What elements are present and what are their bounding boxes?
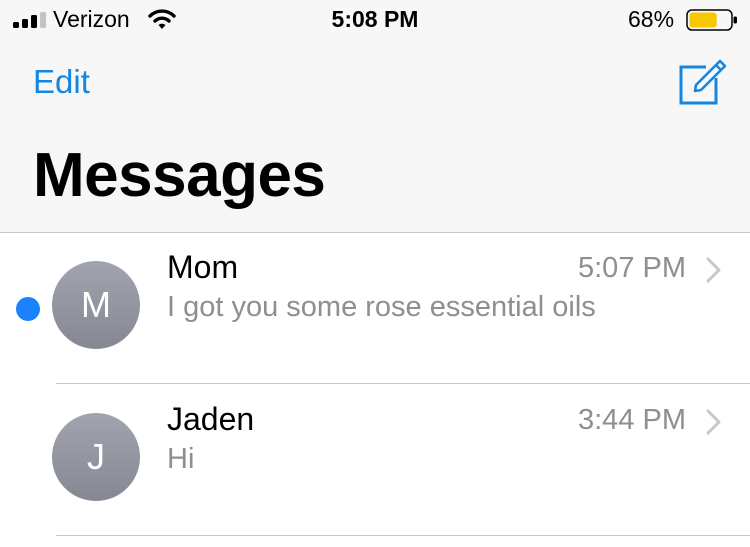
message-preview: Hi — [167, 443, 195, 475]
navigation-header: Verizon 5:08 PM 68% Edit Messages — [0, 0, 750, 233]
page-title: Messages — [33, 141, 326, 210]
conversation-row[interactable]: J Jaden 3:44 PM Hi — [0, 385, 750, 536]
message-preview: I got you some rose essential oils — [167, 291, 596, 323]
status-bar: Verizon 5:08 PM 68% — [0, 0, 750, 40]
unread-indicator — [16, 297, 40, 321]
row-divider — [56, 383, 750, 384]
row-divider — [56, 535, 750, 536]
contact-name: Mom — [167, 249, 239, 285]
chevron-right-icon — [706, 257, 721, 283]
battery-icon — [686, 9, 737, 31]
contact-name: Jaden — [167, 401, 255, 437]
avatar: M — [52, 261, 140, 349]
chevron-right-icon — [706, 409, 721, 435]
message-time: 3:44 PM — [578, 404, 686, 436]
message-time: 5:07 PM — [578, 252, 686, 284]
compose-icon[interactable] — [676, 58, 728, 108]
edit-button[interactable]: Edit — [33, 63, 90, 101]
battery-percent: 68% — [628, 6, 675, 32]
conversation-row[interactable]: M Mom 5:07 PM I got you some rose essent… — [0, 233, 750, 384]
avatar: J — [52, 413, 140, 501]
